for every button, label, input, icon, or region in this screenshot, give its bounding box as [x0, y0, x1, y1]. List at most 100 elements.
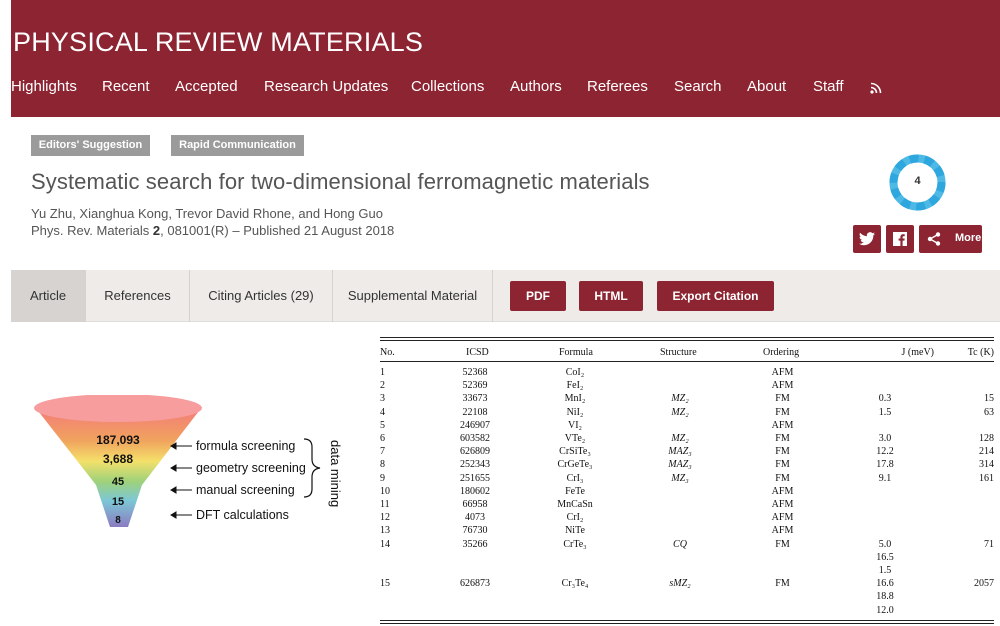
cell-j: 9.1 [878, 472, 892, 484]
citation-details: , 081001(R) – Published 21 August 2018 [160, 223, 395, 238]
cell-icsd: 4073 [465, 512, 485, 524]
brace-icon [303, 438, 321, 498]
cell-icsd: 66958 [462, 499, 488, 510]
cell-no: 10 [380, 485, 390, 497]
cell-formula: MnCaSn [557, 499, 593, 510]
cell-ordering: AFM [771, 525, 794, 537]
cell-no: 4 [380, 406, 385, 418]
cell-tc: 15 [984, 393, 994, 405]
altmetric-donut[interactable]: 4 [889, 154, 946, 211]
count-final: 8 [115, 515, 121, 526]
cell-j: 16.5 [876, 551, 894, 563]
cell-formula: CrTe₃ [563, 538, 587, 550]
nav-about[interactable]: About [747, 78, 786, 95]
cell-icsd: 76730 [462, 525, 488, 537]
nav-authors[interactable]: Authors [510, 78, 562, 95]
cell-tc: 128 [979, 433, 994, 444]
nav-staff[interactable]: Staff [813, 78, 844, 95]
export-citation-button[interactable]: Export Citation [657, 281, 774, 311]
nav-collections[interactable]: Collections [411, 78, 484, 95]
article-title: Systematic search for two-dimensional fe… [31, 169, 650, 194]
nav-research-updates[interactable]: Research Updates [264, 78, 388, 95]
more-share-button[interactable]: More [919, 225, 982, 253]
cell-icsd: 252343 [460, 459, 490, 471]
cell-formula: MnI₂ [564, 393, 586, 405]
cell-icsd: 251655 [460, 472, 490, 484]
tab-citing-articles[interactable]: Citing Articles (29) [190, 270, 333, 322]
cell-structure: MAZ₃ [668, 459, 692, 471]
html-button[interactable]: HTML [579, 281, 643, 311]
cell-j: 1.5 [878, 406, 892, 418]
cell-icsd: 246907 [460, 419, 490, 431]
cell-formula: NiTe [565, 525, 585, 537]
cell-structure: MZ₂ [671, 406, 689, 418]
cell-ordering: FM [775, 472, 790, 484]
rss-icon[interactable] [870, 82, 882, 94]
twitter-share-button[interactable] [853, 225, 881, 253]
tab-supplemental-material[interactable]: Supplemental Material [333, 270, 493, 322]
col-icsd: ICSD [466, 347, 489, 358]
cell-j: 5.0 [878, 538, 892, 550]
tab-article[interactable]: Article [11, 270, 86, 322]
col-formula: Formula [559, 347, 593, 358]
badge-editors-suggestion[interactable]: Editors' Suggestion [31, 135, 150, 156]
nav-recent[interactable]: Recent [102, 78, 150, 95]
col-no: No. [380, 347, 395, 358]
cell-ordering: FM [775, 393, 790, 405]
cell-ordering: FM [775, 406, 790, 418]
cell-no: 3 [380, 393, 385, 405]
facebook-share-button[interactable] [886, 225, 914, 253]
nav-highlights[interactable]: Highlights [11, 78, 77, 95]
facebook-icon [893, 232, 907, 246]
cell-icsd: 52369 [462, 380, 488, 392]
cell-tc: 71 [984, 538, 994, 550]
nav-referees[interactable]: Referees [587, 78, 648, 95]
cell-structure: CQ [673, 538, 687, 550]
tab-references[interactable]: References [86, 270, 190, 322]
twitter-icon [859, 232, 875, 246]
cell-tc: 314 [979, 459, 994, 471]
nav-search[interactable]: Search [674, 78, 722, 95]
cell-formula: CoI₂ [565, 367, 585, 378]
cell-no: 12 [380, 512, 390, 524]
cell-j: 16.6 [876, 578, 894, 590]
cell-ordering: AFM [771, 380, 794, 392]
cell-formula: CrI₃ [566, 472, 584, 484]
cell-no: 7 [380, 446, 385, 458]
col-tc: Tc (K) [967, 347, 994, 358]
funnel-body [35, 407, 202, 527]
badge-rapid-communication[interactable]: Rapid Communication [171, 135, 304, 156]
cell-no: 8 [380, 459, 385, 471]
cell-no: 2 [380, 380, 385, 392]
cell-formula: CrGeTe₃ [557, 459, 593, 471]
article-tabbar: Article References Citing Articles (29) … [11, 270, 1000, 322]
altmetric-score: 4 [914, 175, 921, 187]
label-geometry-screening: geometry screening [196, 461, 306, 475]
nav-accepted[interactable]: Accepted [175, 78, 238, 95]
cell-ordering: AFM [771, 512, 794, 524]
cell-j: 3.0 [878, 433, 892, 444]
cell-ordering: FM [775, 433, 790, 444]
cell-structure: MZ₃ [671, 472, 689, 484]
pdf-button[interactable]: PDF [510, 281, 566, 311]
cell-icsd: 626873 [460, 578, 490, 590]
cell-ordering: FM [775, 459, 790, 471]
label-dft-calculations: DFT calculations [196, 508, 289, 522]
count-manual: 45 [111, 476, 125, 488]
cell-ordering: AFM [771, 419, 794, 431]
cell-formula: VTe₂ [564, 433, 586, 444]
cell-ordering: FM [775, 538, 790, 550]
cell-no: 14 [380, 538, 390, 550]
col-structure: Structure [660, 347, 697, 358]
cell-formula: Cr₃Te₄ [561, 578, 589, 590]
cell-ordering: AFM [771, 367, 794, 378]
journal-title[interactable]: PHYSICAL REVIEW MATERIALS [13, 27, 423, 58]
cell-j: 17.8 [876, 459, 894, 471]
cell-formula: FeTe [565, 485, 585, 497]
cell-tc: 2057 [974, 578, 994, 590]
site-header: PHYSICAL REVIEW MATERIALS Highlights Rec… [11, 0, 1000, 117]
cell-formula: CrI₂ [566, 512, 584, 524]
cell-icsd: 22108 [462, 406, 488, 418]
cell-j: 12.2 [876, 446, 894, 458]
cell-ordering: FM [775, 578, 790, 590]
